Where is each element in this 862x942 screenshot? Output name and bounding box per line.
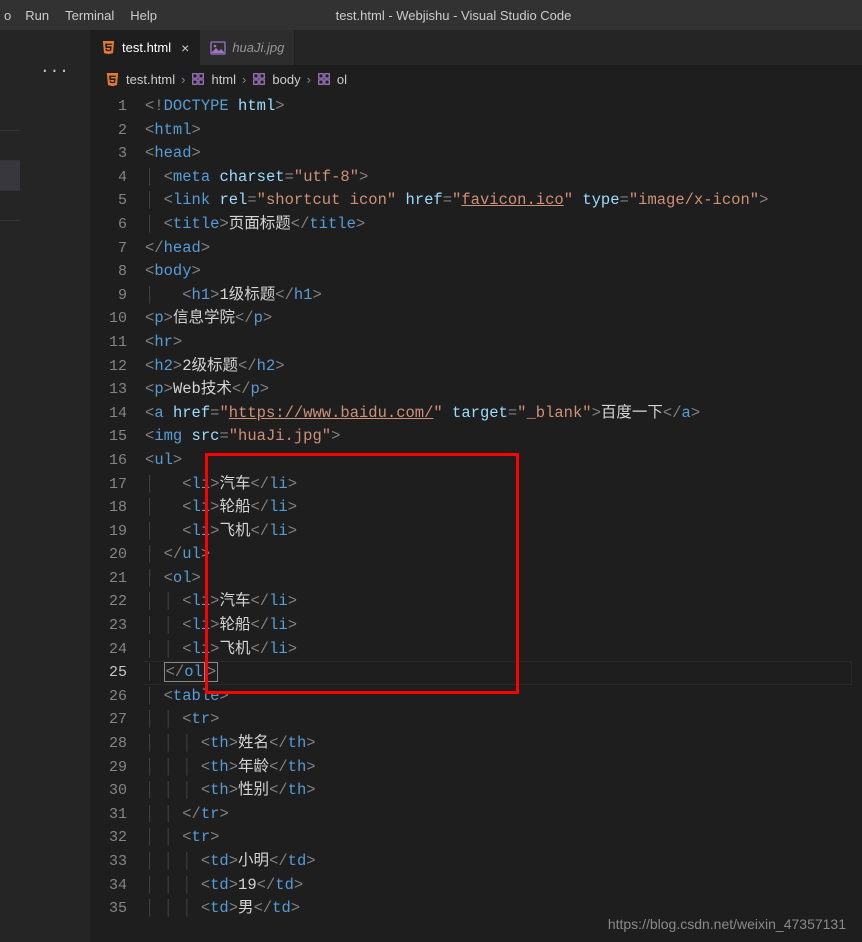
tab-label: huaJi.jpg: [232, 40, 284, 55]
symbol-icon: [317, 72, 331, 86]
tab-bar: test.html × huaJi.jpg: [90, 30, 862, 65]
menu-go-partial[interactable]: o: [0, 8, 17, 23]
chevron-right-icon: ›: [181, 72, 185, 87]
tab-label: test.html: [122, 40, 171, 55]
chevron-right-icon: ›: [307, 72, 311, 87]
crumb-body[interactable]: body: [272, 72, 300, 87]
line-number-gutter: 123 456 789 101112 131415 161718 192021 …: [90, 95, 145, 942]
symbol-icon: [191, 72, 205, 86]
menu-bar: o Run Terminal Help test.html - Webjishu…: [0, 0, 862, 30]
html-file-icon: [104, 71, 120, 87]
tab-test-html[interactable]: test.html ×: [90, 30, 200, 65]
symbol-icon: [252, 72, 266, 86]
crumb-html[interactable]: html: [211, 72, 236, 87]
more-icon[interactable]: ···: [40, 62, 69, 80]
image-file-icon: [210, 40, 226, 56]
watermark-text: https://blog.csdn.net/weixin_47357131: [608, 916, 846, 932]
menu-terminal[interactable]: Terminal: [57, 8, 122, 23]
tab-huaji-jpg[interactable]: huaJi.jpg: [200, 30, 295, 65]
breadcrumb[interactable]: test.html › html › body › ol: [90, 65, 862, 93]
code-editor[interactable]: 123 456 789 101112 131415 161718 192021 …: [90, 95, 862, 942]
close-icon[interactable]: ×: [181, 40, 189, 56]
chevron-right-icon: ›: [242, 72, 246, 87]
menu-help[interactable]: Help: [122, 8, 165, 23]
window-title: test.html - Webjishu - Visual Studio Cod…: [165, 8, 742, 23]
crumb-ol[interactable]: ol: [337, 72, 347, 87]
html-file-icon: [100, 40, 116, 56]
code-content[interactable]: <!DOCTYPE html> <html> <head> │ <meta ch…: [145, 95, 862, 942]
crumb-file[interactable]: test.html: [126, 72, 175, 87]
explorer-edge: [0, 130, 20, 250]
menu-run[interactable]: Run: [17, 8, 57, 23]
